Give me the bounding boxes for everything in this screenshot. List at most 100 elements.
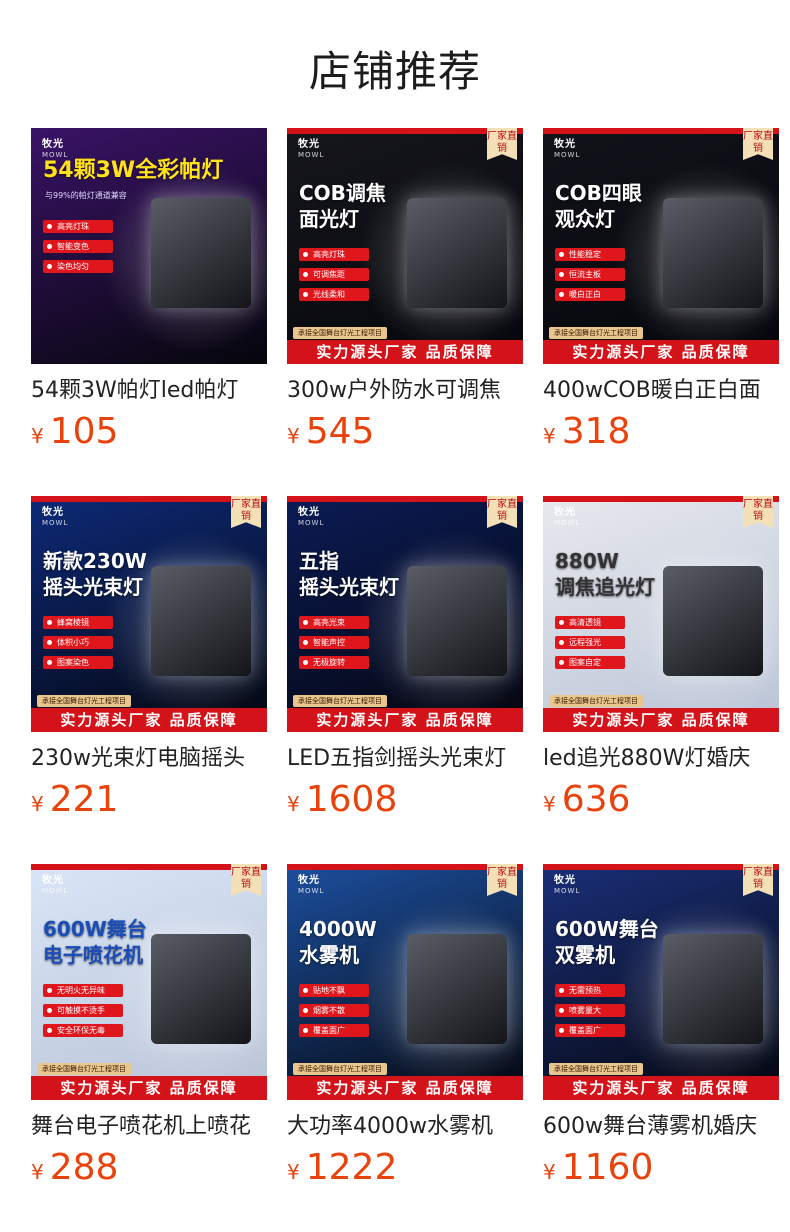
product-subtitle: 与99%的帕灯通道兼容 (45, 191, 127, 200)
product-card[interactable]: 牧光 MOWL 厂家直销 600W舞台 电子喷花机 无明火无异味 可触摸不烫手 安全环保无毒… (31, 864, 267, 1190)
product-name[interactable]: 300w户外防水可调焦 (287, 374, 531, 408)
product-device-shape (663, 934, 763, 1044)
product-card[interactable]: 牧光 MOWL 厂家直销 COB调焦 面光灯 高亮灯珠 可调焦距 光线柔和 承接全国舞台灯光工… (287, 128, 523, 454)
product-name[interactable]: led追光880W灯婚庆 (543, 742, 787, 776)
product-image[interactable]: 牧光 MOWL 厂家直销 COB调焦 面光灯 高亮灯珠 可调焦距 光线柔和 承接全国舞台灯光工… (287, 128, 523, 364)
product-card[interactable]: 牧光 MOWL 厂家直销 880W 调焦追光灯 高清透镜 远程强光 图案自定 承接全国舞台灯光… (543, 496, 779, 822)
product-image[interactable]: 牧光 MOWL 厂家直销 新款230W 摇头光束灯 蜂窝棱镜 体积小巧 图案染色 承接全国舞台… (31, 496, 267, 732)
product-device-shape (407, 934, 507, 1044)
product-card[interactable]: 牧光 MOWL 厂家直销 4000W 水雾机 贴地不飘 烟雾不散 覆盖面广 承接全国舞台灯光工… (287, 864, 523, 1190)
sub-banner: 承接全国舞台灯光工程项目 (549, 695, 643, 707)
product-card[interactable]: 牧光 MOWL 厂家直销 COB四眼 观众灯 性能稳定 恒流主板 暖白正白 承接全国舞台灯光工… (543, 128, 779, 454)
product-headline: 600W舞台 电子喷花机 (43, 917, 147, 967)
product-name[interactable]: 舞台电子喷花机上喷花 (31, 1110, 275, 1144)
product-price: ¥318 (543, 410, 779, 454)
product-headline: 600W舞台 双雾机 (555, 917, 659, 967)
feature-tag: 图案染色 (43, 656, 113, 669)
quality-banner: 实力源头厂家 品质保障 (31, 708, 267, 732)
brand-logo-en: MOWL (42, 887, 69, 895)
product-price: ¥105 (31, 410, 267, 454)
feature-tag: 染色均匀 (43, 260, 113, 273)
product-device-shape (663, 198, 763, 308)
brand-logo-en: MOWL (298, 151, 325, 159)
quality-banner: 实力源头厂家 品质保障 (287, 340, 523, 364)
sub-banner: 承接全国舞台灯光工程项目 (37, 1063, 131, 1075)
brand-logo-text: 牧光 (42, 507, 64, 518)
currency-symbol: ¥ (31, 424, 44, 448)
product-headline: COB四眼 观众灯 (555, 181, 642, 231)
product-headline: 新款230W 摇头光束灯 (43, 549, 147, 599)
product-price: ¥1222 (287, 1146, 523, 1190)
quality-banner: 实力源头厂家 品质保障 (543, 1076, 779, 1100)
feature-tag: 贴地不飘 (299, 984, 369, 997)
product-name[interactable]: LED五指剑摇头光束灯 (287, 742, 531, 776)
currency-symbol: ¥ (287, 1160, 300, 1184)
brand-logo-text: 牧光 (42, 139, 64, 150)
product-image[interactable]: 牧光 MOWL 厂家直销 4000W 水雾机 贴地不飘 烟雾不散 覆盖面广 承接全国舞台灯光工… (287, 864, 523, 1100)
feature-tag: 图案自定 (555, 656, 625, 669)
quality-banner: 实力源头厂家 品质保障 (543, 340, 779, 364)
feature-tag: 光线柔和 (299, 288, 369, 301)
currency-symbol: ¥ (543, 424, 556, 448)
product-image[interactable]: 牧光 MOWL 厂家直销 880W 调焦追光灯 高清透镜 远程强光 图案自定 承接全国舞台灯光… (543, 496, 779, 732)
product-headline: 五指 摇头光束灯 (299, 549, 399, 599)
product-device-shape (407, 566, 507, 676)
price-value: 1608 (305, 779, 398, 820)
feature-tag: 高亮光束 (299, 616, 369, 629)
brand-logo-en: MOWL (298, 887, 325, 895)
product-card[interactable]: 牧光 MOWL 厂家直销 600W舞台 双雾机 无需预热 喷雾量大 覆盖面广 承接全国舞台灯光… (543, 864, 779, 1190)
brand-logo-text: 牧光 (298, 875, 320, 886)
brand-logo: 牧光 MOWL (298, 508, 324, 528)
page-title: 店铺推荐 (308, 47, 481, 96)
product-image[interactable]: 牧光 MOWL 厂家直销 五指 摇头光束灯 高亮光束 智能声控 无极旋转 承接全国舞台灯光工程… (287, 496, 523, 732)
product-headline: 4000W 水雾机 (299, 917, 377, 967)
sub-banner: 承接全国舞台灯光工程项目 (293, 695, 387, 707)
product-name[interactable]: 600w舞台薄雾机婚庆 (543, 1110, 787, 1144)
price-value: 288 (49, 1147, 119, 1188)
brand-logo-text: 牧光 (554, 507, 576, 518)
product-name[interactable]: 400wCOB暖白正白面 (543, 374, 787, 408)
brand-logo: 牧光 MOWL (298, 140, 324, 160)
product-name[interactable]: 54颗3W帕灯led帕灯 (31, 374, 275, 408)
brand-logo: 牧光 MOWL (42, 508, 68, 528)
quality-banner: 实力源头厂家 品质保障 (543, 708, 779, 732)
feature-tag: 远程强光 (555, 636, 625, 649)
product-image[interactable]: 牧光 MOWL 54颗3W全彩帕灯 与99%的帕灯通道兼容 高亮灯珠 智能变色 染色均匀 (31, 128, 267, 364)
product-device-shape (151, 934, 251, 1044)
currency-symbol: ¥ (287, 424, 300, 448)
product-image[interactable]: 牧光 MOWL 厂家直销 600W舞台 双雾机 无需预热 喷雾量大 覆盖面广 承接全国舞台灯光… (543, 864, 779, 1100)
product-headline: 880W 调焦追光灯 (555, 549, 655, 599)
brand-logo-text: 牧光 (298, 507, 320, 518)
product-card[interactable]: 牧光 MOWL 厂家直销 新款230W 摇头光束灯 蜂窝棱镜 体积小巧 图案染色 承接全国舞台… (31, 496, 267, 822)
feature-tag: 覆盖面广 (555, 1024, 625, 1037)
brand-logo: 牧光 MOWL (554, 140, 580, 160)
brand-logo: 牧光 MOWL (42, 140, 68, 160)
feature-tag: 蜂窝棱镜 (43, 616, 113, 629)
feature-tag: 可触摸不烫手 (43, 1004, 123, 1017)
product-image[interactable]: 牧光 MOWL 厂家直销 COB四眼 观众灯 性能稳定 恒流主板 暖白正白 承接全国舞台灯光工… (543, 128, 779, 364)
product-price: ¥545 (287, 410, 523, 454)
brand-logo-en: MOWL (42, 519, 69, 527)
price-value: 1222 (305, 1147, 398, 1188)
brand-logo-en: MOWL (554, 151, 581, 159)
price-value: 221 (49, 779, 119, 820)
brand-logo: 牧光 MOWL (298, 876, 324, 896)
feature-tag: 无需预热 (555, 984, 625, 997)
feature-tag: 恒流主板 (555, 268, 625, 281)
product-name[interactable]: 230w光束灯电脑摇头 (31, 742, 275, 776)
product-device-shape (663, 566, 763, 676)
feature-tag: 体积小巧 (43, 636, 113, 649)
price-value: 318 (561, 411, 631, 452)
price-value: 1160 (561, 1147, 654, 1188)
feature-tag: 覆盖面广 (299, 1024, 369, 1037)
brand-logo-text: 牧光 (298, 139, 320, 150)
feature-tag: 高清透镜 (555, 616, 625, 629)
currency-symbol: ¥ (543, 792, 556, 816)
sub-banner: 承接全国舞台灯光工程项目 (293, 1063, 387, 1075)
currency-symbol: ¥ (31, 1160, 44, 1184)
product-card[interactable]: 牧光 MOWL 54颗3W全彩帕灯 与99%的帕灯通道兼容 高亮灯珠 智能变色 染色均匀 54… (31, 128, 267, 454)
product-image[interactable]: 牧光 MOWL 厂家直销 600W舞台 电子喷花机 无明火无异味 可触摸不烫手 安全环保无毒… (31, 864, 267, 1100)
product-card[interactable]: 牧光 MOWL 厂家直销 五指 摇头光束灯 高亮光束 智能声控 无极旋转 承接全国舞台灯光工程… (287, 496, 523, 822)
brand-logo: 牧光 MOWL (42, 876, 68, 896)
product-name[interactable]: 大功率4000w水雾机 (287, 1110, 531, 1144)
